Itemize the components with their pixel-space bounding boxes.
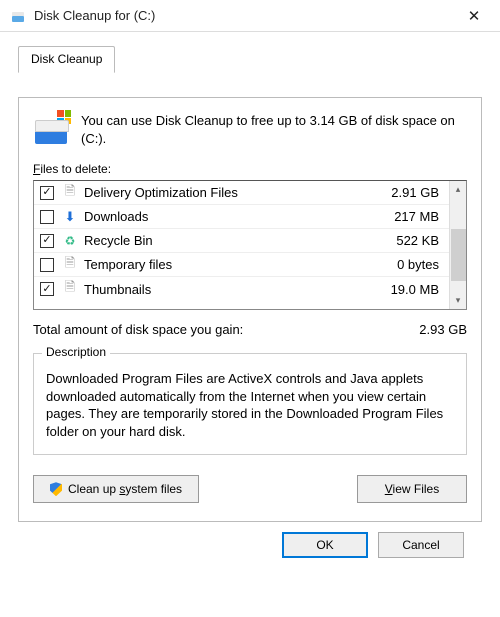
list-item-label: Thumbnails	[84, 282, 391, 297]
tab-disk-cleanup[interactable]: Disk Cleanup	[18, 46, 115, 73]
list-item-size: 19.0 MB	[391, 282, 449, 297]
checkbox[interactable]	[40, 282, 54, 296]
list-item[interactable]: Temporary files0 bytes	[34, 253, 449, 277]
description-heading: Description	[42, 345, 110, 359]
list-item-size: 0 bytes	[397, 257, 449, 272]
list-item-label: Recycle Bin	[84, 233, 396, 248]
files-listbox: Delivery Optimization Files2.91 GBDownlo…	[33, 180, 467, 310]
list-item-label: Downloads	[84, 209, 394, 224]
titlebar: Disk Cleanup for (C:) ✕	[0, 0, 500, 32]
total-value: 2.93 GB	[419, 322, 467, 337]
checkbox[interactable]	[40, 186, 54, 200]
list-item[interactable]: Delivery Optimization Files2.91 GB	[34, 181, 449, 205]
drive-icon	[33, 112, 69, 148]
disk-cleanup-icon	[10, 8, 26, 24]
cancel-button[interactable]: Cancel	[378, 532, 464, 558]
view-files-button[interactable]: View Files	[357, 475, 467, 503]
window-title: Disk Cleanup for (C:)	[34, 8, 452, 23]
scrollbar[interactable]	[449, 181, 466, 309]
recycle-icon	[62, 233, 78, 249]
files-to-delete-label: Files to delete:	[33, 162, 467, 176]
close-button[interactable]: ✕	[452, 1, 496, 31]
page-icon	[62, 257, 78, 273]
page-icon	[62, 281, 78, 297]
close-icon: ✕	[468, 7, 481, 25]
checkbox[interactable]	[40, 210, 54, 224]
checkbox[interactable]	[40, 234, 54, 248]
list-item[interactable]: Downloads217 MB	[34, 205, 449, 229]
download-icon	[62, 209, 78, 225]
intro-text: You can use Disk Cleanup to free up to 3…	[81, 112, 467, 148]
list-item-label: Temporary files	[84, 257, 397, 272]
list-item-size: 522 KB	[396, 233, 449, 248]
cleanup-system-files-button[interactable]: Clean up system files	[33, 475, 199, 503]
total-label: Total amount of disk space you gain:	[33, 322, 243, 337]
description-group: Description Downloaded Program Files are…	[33, 353, 467, 455]
list-item-size: 217 MB	[394, 209, 449, 224]
scrollbar-thumb[interactable]	[451, 229, 466, 281]
list-item[interactable]: Recycle Bin522 KB	[34, 229, 449, 253]
checkbox[interactable]	[40, 258, 54, 272]
tab-panel: You can use Disk Cleanup to free up to 3…	[18, 97, 482, 522]
shield-icon	[50, 482, 62, 496]
ok-button[interactable]: OK	[282, 532, 368, 558]
list-item-size: 2.91 GB	[391, 185, 449, 200]
list-item[interactable]: Thumbnails19.0 MB	[34, 277, 449, 301]
list-item-label: Delivery Optimization Files	[84, 185, 391, 200]
page-icon	[62, 185, 78, 201]
description-text: Downloaded Program Files are ActiveX con…	[46, 370, 454, 440]
